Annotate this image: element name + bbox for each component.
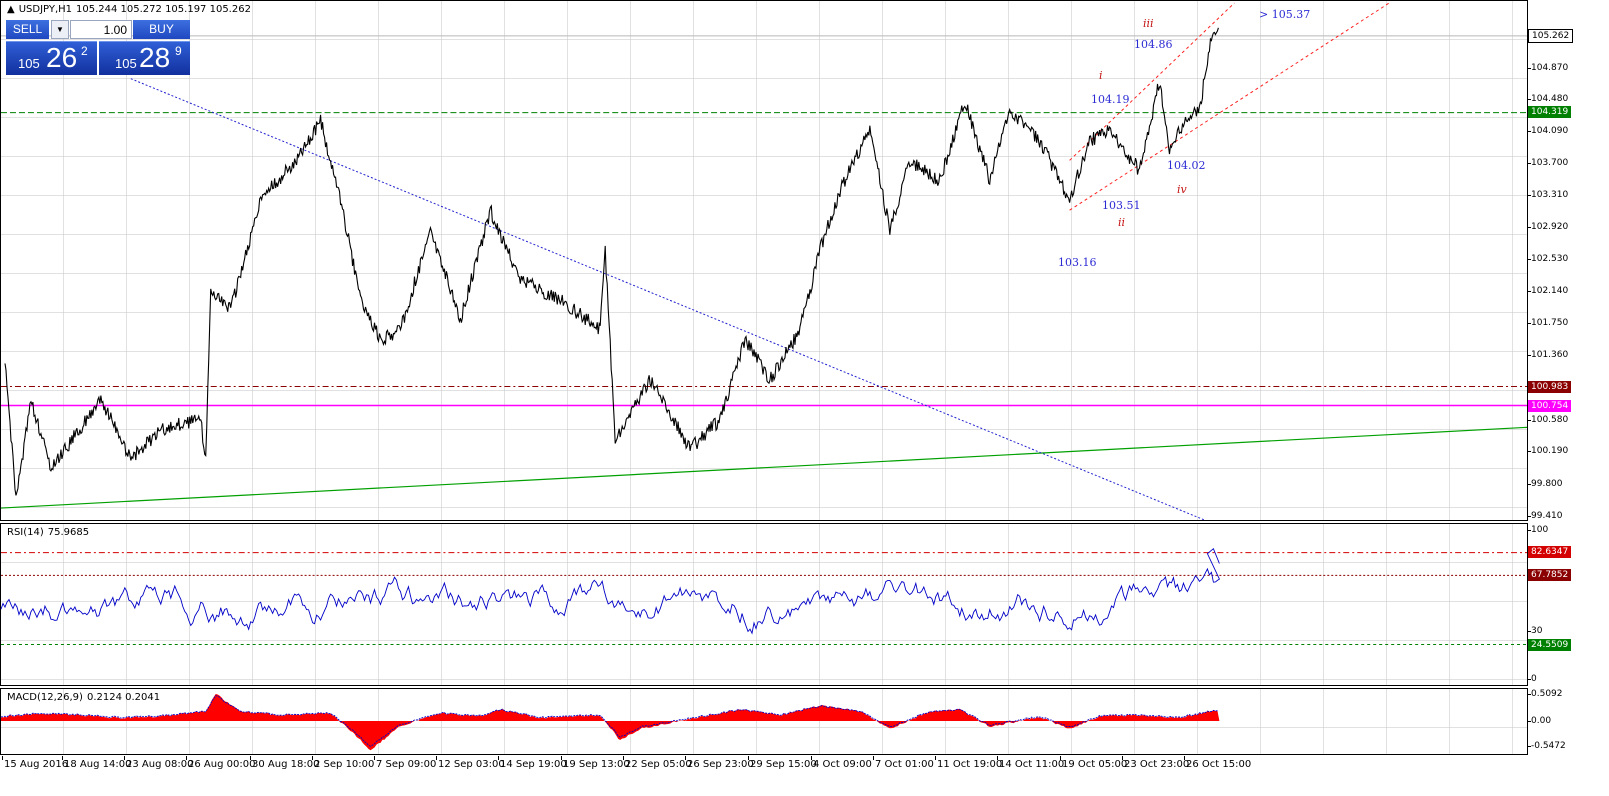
- rsi-tick: 30: [1527, 626, 1543, 636]
- price-axis: 104.870 104.480 104.090 103.700 103.310 …: [1527, 0, 1609, 521]
- time-label: 15 Aug 2016: [1, 756, 69, 770]
- sell-price-prefix: 105: [18, 56, 40, 71]
- price-series-line: [4, 27, 1219, 496]
- level-label-104-02: 104.02: [1167, 159, 1206, 172]
- price-tick: 103.700: [1527, 158, 1569, 168]
- volume-dropdown-button[interactable]: ▼: [51, 20, 69, 39]
- time-label: 12 Sep 03:00: [436, 756, 505, 770]
- buy-price-box[interactable]: 105 28 9: [99, 41, 190, 75]
- time-label: 4 Oct 09:00: [811, 756, 872, 770]
- sell-price-superscript: 2: [81, 44, 88, 58]
- price-tick: 100.190: [1527, 446, 1569, 456]
- chevron-down-icon: ▼: [56, 25, 64, 34]
- level-label-103-51: 103.51: [1102, 199, 1141, 212]
- rsi-canvas: [0, 547, 1527, 645]
- level-label-104-86: 104.86: [1134, 38, 1173, 51]
- one-click-trading-panel: SELL ▼ BUY 105 26 2 105 28 9: [6, 20, 190, 75]
- time-label: 30 Aug 18:00: [249, 756, 320, 770]
- ohlc-values: 105.244 105.272 105.197 105.262: [76, 4, 251, 15]
- wave-label-iv: iv: [1177, 183, 1187, 196]
- time-label: 29 Sep 15:00: [748, 756, 817, 770]
- price-tick: 102.140: [1527, 286, 1569, 296]
- price-tick: 100.580: [1527, 415, 1569, 425]
- buy-price-prefix: 105: [115, 56, 137, 71]
- price-tick: 99.800: [1528, 479, 1563, 489]
- rsi-value: 75.9685: [47, 527, 90, 538]
- rsi-title: RSI(14) 75.9685: [7, 527, 93, 538]
- price-tick: 104.480: [1527, 94, 1569, 104]
- wave-label-ii: ii: [1118, 216, 1126, 229]
- blue-dotted-trendline: [130, 78, 1205, 521]
- green-level-badge: 104.319: [1528, 106, 1572, 118]
- macd-canvas: [0, 693, 1220, 751]
- rsi-pane[interactable]: RSI(14) 75.9685: [0, 523, 1528, 686]
- macd-tick: 0.5092: [1528, 689, 1563, 699]
- time-label: 18 Aug 14:00: [61, 756, 132, 770]
- time-label: 19 Oct 05:00: [1059, 756, 1128, 770]
- macd-pane[interactable]: MACD(12,26,9) 0.2124 0.2041: [0, 688, 1528, 755]
- target-annotation: > 105.37: [1259, 8, 1311, 21]
- rsi-tick: 100: [1527, 525, 1549, 535]
- price-tick: 104.870: [1527, 63, 1569, 73]
- price-chart-pane[interactable]: ▲ USDJPY,H1 105.244 105.272 105.197 105.26…: [0, 0, 1528, 521]
- wave-label-iii: iii: [1143, 17, 1154, 30]
- time-label: 22 Sep 05:00: [623, 756, 692, 770]
- sell-price-big: 26: [46, 42, 78, 73]
- time-label: 14 Sep 19:00: [498, 756, 567, 770]
- level-label-104-19: 104.19: [1091, 93, 1130, 106]
- rsi-mid-badge: 67.7852: [1528, 569, 1572, 581]
- current-price-badge: 105.262: [1528, 29, 1574, 43]
- time-label: 19 Sep 13:00: [561, 756, 630, 770]
- macd-tick: -0.5472: [1528, 741, 1566, 751]
- time-label: 23 Oct 23:00: [1121, 756, 1190, 770]
- time-label: 11 Oct 19:00: [934, 756, 1003, 770]
- volume-input[interactable]: [70, 20, 132, 39]
- symbol-timeframe: USDJPY,H1: [18, 4, 72, 15]
- buy-button[interactable]: BUY: [133, 20, 190, 39]
- macd-histogram: [1, 693, 1220, 751]
- macd-axis: 0.5092 0.00 -0.5472: [1527, 688, 1609, 755]
- macd-value: 0.2124 0.2041: [86, 692, 161, 703]
- red-channel-lower: [1069, 2, 1390, 211]
- time-label: 14 Oct 11:00: [996, 756, 1065, 770]
- price-tick: 102.920: [1527, 222, 1569, 232]
- rsi-series-line: [0, 547, 1220, 635]
- price-tick: 101.750: [1527, 318, 1569, 328]
- price-tick: 101.360: [1527, 350, 1569, 360]
- sell-button[interactable]: SELL: [6, 20, 49, 39]
- rsi-name: RSI(14): [7, 527, 44, 538]
- collapse-triangle-icon[interactable]: ▲: [7, 4, 15, 15]
- chart-header: ▲ USDJPY,H1 105.244 105.272 105.197 105.26…: [7, 4, 255, 15]
- price-tick: 102.530: [1527, 254, 1569, 264]
- green-trendline: [0, 426, 1528, 509]
- price-tick: 103.310: [1527, 190, 1569, 200]
- rsi-tick: 0: [1528, 674, 1537, 684]
- sell-price-box[interactable]: 105 26 2: [6, 41, 97, 75]
- macd-title: MACD(12,26,9) 0.2124 0.2041: [7, 692, 164, 703]
- macd-tick: 0.00: [1527, 716, 1552, 726]
- rsi-high-badge: 82.6347: [1528, 546, 1572, 558]
- time-label: 26 Oct 15:00: [1183, 756, 1252, 770]
- time-label: 7 Oct 01:00: [873, 756, 934, 770]
- rsi-axis: 100 30 0 82.6347 67.7852 24.5509: [1527, 523, 1609, 686]
- time-label: 7 Sep 09:00: [373, 756, 437, 770]
- red-level-badge: 100.983: [1528, 381, 1572, 393]
- time-axis: 15 Aug 2016 18 Aug 14:00 23 Aug 08:00 26…: [0, 756, 1528, 776]
- time-label: 2 Sep 10:00: [311, 756, 375, 770]
- buy-price-big: 28: [139, 42, 171, 73]
- wave-label-i: i: [1099, 69, 1103, 82]
- time-label: 26 Sep 23:00: [685, 756, 754, 770]
- price-tick: 99.410: [1528, 511, 1563, 521]
- price-chart-canvas: [0, 2, 1528, 521]
- buy-price-superscript: 9: [175, 44, 182, 58]
- price-tick: 104.090: [1527, 126, 1569, 136]
- time-label: 26 Aug 00:00: [185, 756, 256, 770]
- macd-name: MACD(12,26,9): [7, 692, 83, 703]
- level-label-103-16: 103.16: [1058, 256, 1097, 269]
- time-label: 23 Aug 08:00: [123, 756, 194, 770]
- magenta-level-badge: 100.754: [1528, 400, 1572, 412]
- rsi-low-badge: 24.5509: [1528, 639, 1572, 651]
